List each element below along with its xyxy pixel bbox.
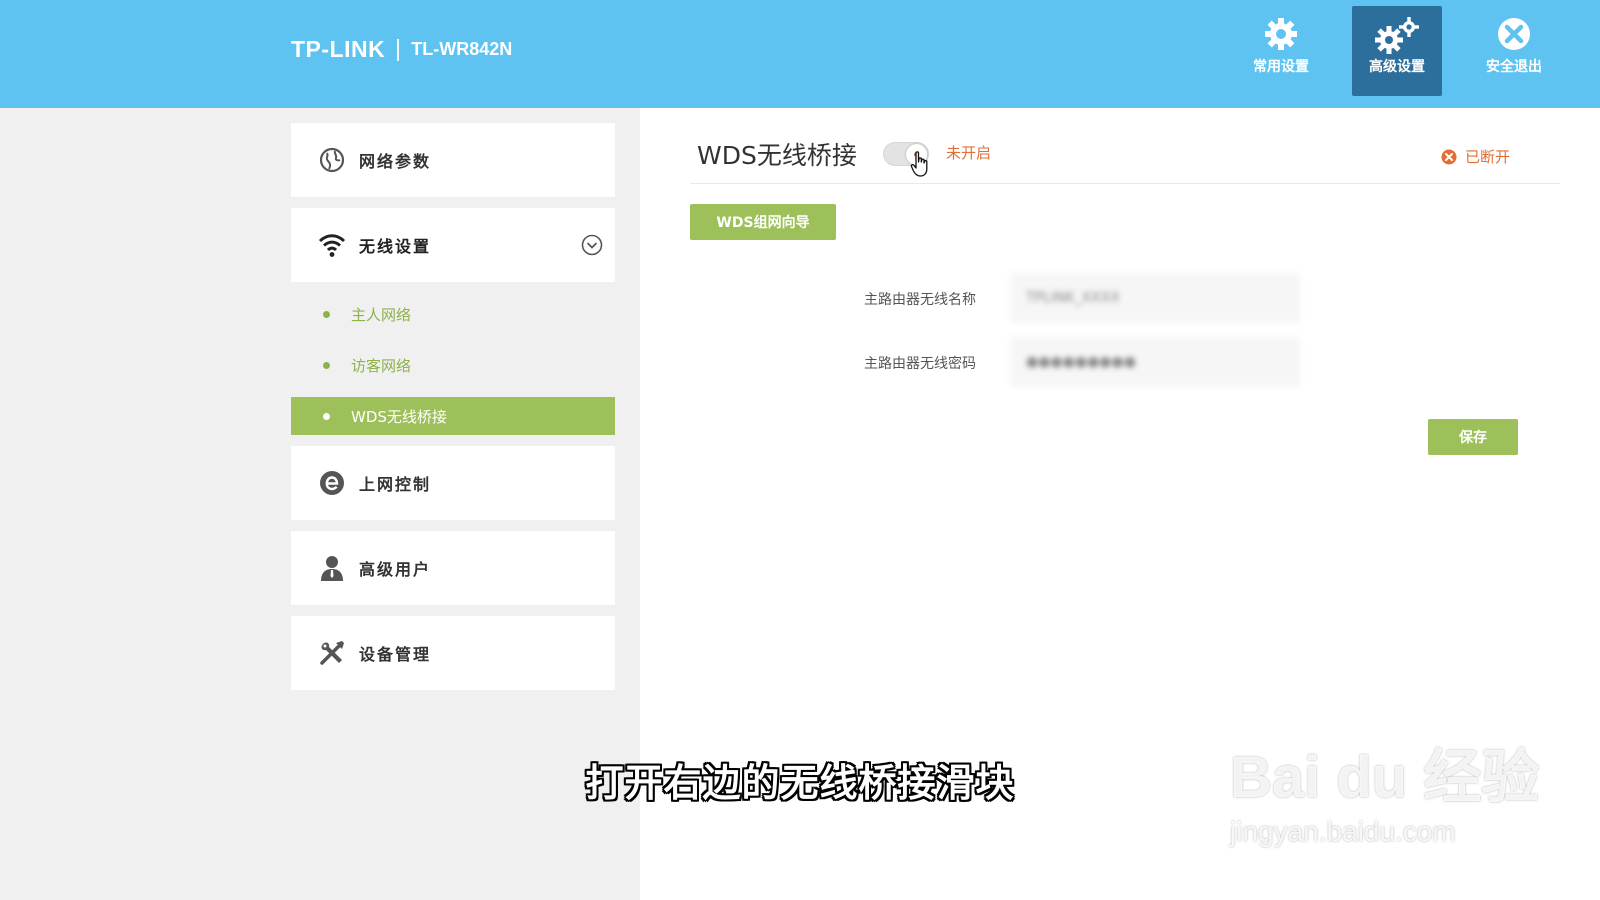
hand-cursor-icon [910,150,932,182]
tools-icon [317,638,347,668]
sidebar-subitem-host-network[interactable]: 主人网络 [291,295,615,333]
brand-logo: TP-LINK [291,36,386,62]
error-circle-icon [1441,149,1457,165]
page-title: WDS无线桥接 [697,141,857,170]
brand-separator [397,38,400,61]
bullet-icon [323,412,330,420]
sidebar-subitem-label: 访客网络 [351,356,412,375]
sidebar-item-wireless[interactable]: 无线设置 [291,208,615,282]
top-header: TP-LINK TL-WR842N 常用设置 高级设置 安全退出 [0,0,1600,108]
sidebar-item-label: 高级用户 [359,560,432,579]
wifi-icon [317,230,347,260]
close-circle-icon [1469,6,1559,56]
baidu-watermark: Bai du 经验 jingyan.baidu.com [1230,730,1539,848]
brand: TP-LINK TL-WR842N [291,36,512,63]
user-icon [317,553,347,583]
gears-icon [1352,6,1442,56]
password-label: 主路由器无线密码 [864,356,976,372]
sidebar-item-label: 网络参数 [359,152,432,171]
save-button[interactable]: 保存 [1428,419,1518,455]
title-divider [690,183,1560,184]
sidebar-item-label: 上网控制 [359,475,432,494]
password-input[interactable] [1010,337,1300,387]
sidebar-subitem-wds-bridge[interactable]: WDS无线桥接 [291,397,615,435]
e-icon [317,468,347,498]
nav-label: 常用设置 [1253,59,1309,75]
watermark-main-text: Bai du 经验 [1230,745,1540,810]
nav-advanced-settings[interactable]: 高级设置 [1352,6,1442,96]
sidebar-item-network[interactable]: 网络参数 [291,123,615,197]
ssid-input[interactable] [1010,273,1300,323]
wds-wizard-button[interactable]: WDS组网向导 [690,204,836,240]
nav-label: 安全退出 [1486,59,1542,75]
sidebar-item-label: 设备管理 [359,645,432,664]
nav-label: 高级设置 [1369,59,1425,75]
connection-status: 已断开 [1441,146,1510,167]
watermark-url: jingyan.baidu.com [1230,816,1456,847]
globe-icon [317,145,347,175]
sidebar-item-label: 无线设置 [359,237,432,256]
bullet-icon [323,361,330,369]
sidebar-item-advanced-user[interactable]: 高级用户 [291,531,615,605]
nav-common-settings[interactable]: 常用设置 [1236,6,1326,96]
sidebar-subitem-label: WDS无线桥接 [351,407,447,426]
sidebar-item-device-management[interactable]: 设备管理 [291,616,615,690]
nav-logout[interactable]: 安全退出 [1469,6,1559,96]
chevron-down-icon[interactable] [581,234,603,260]
ssid-label: 主路由器无线名称 [864,292,976,308]
sidebar-subitem-label: 主人网络 [351,305,412,324]
sidebar-item-access-control[interactable]: 上网控制 [291,446,615,520]
router-model: TL-WR842N [411,39,513,59]
sidebar-subitem-guest-network[interactable]: 访客网络 [291,346,615,384]
bullet-icon [323,310,330,318]
connection-status-label: 已断开 [1465,148,1511,166]
toggle-status: 未开启 [946,144,992,162]
gear-icon [1236,6,1326,56]
